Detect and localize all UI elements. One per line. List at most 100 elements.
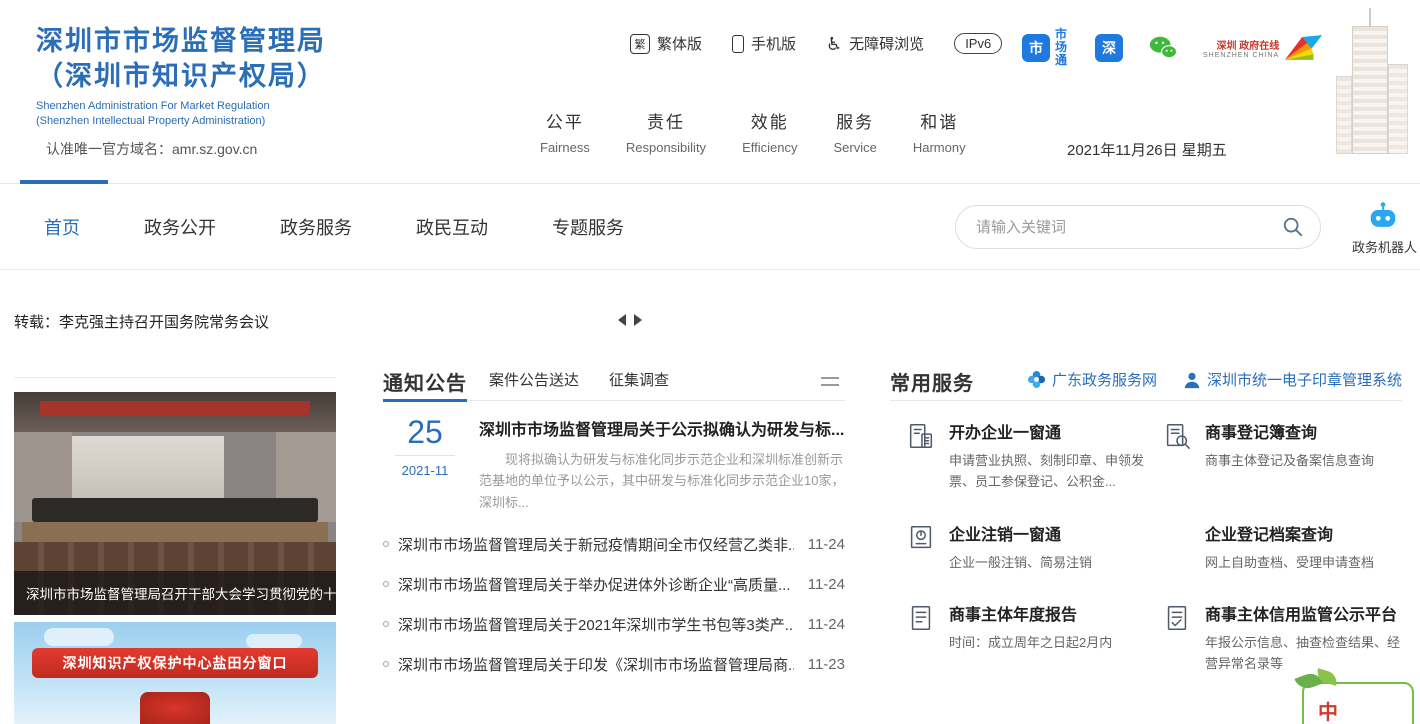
value-cn: 责任: [626, 108, 706, 133]
ticker-next-icon[interactable]: [634, 314, 642, 326]
sz-logo-title: 深圳 政府在线: [1216, 37, 1279, 52]
service-text: 商事登记簿查询 商事主体登记及备案信息查询: [1205, 419, 1374, 493]
value-fairness: 公平 Fairness: [522, 108, 608, 155]
building-illustration: [1318, 4, 1418, 154]
notices-header: 通知公告 案件公告送达 征集调查: [383, 363, 845, 401]
service-text: 开办企业一窗通 申请营业执照、刻制印章、申领发票、员工参保登记、公积金...: [949, 419, 1150, 493]
mobile-icon: [732, 35, 744, 53]
eseal-person-icon: [1183, 371, 1201, 389]
notices-title: 通知公告: [383, 367, 467, 396]
notice-row: 深圳市市场监督管理局关于2021年深圳市学生书包等3类产... 11-24: [383, 604, 845, 644]
search-input[interactable]: [976, 219, 1282, 236]
gov-floating-widget[interactable]: 中: [1302, 682, 1414, 724]
notice-link[interactable]: 深圳市市场监督管理局关于2021年深圳市学生书包等3类产...: [398, 614, 794, 635]
nav-gov-disclosure[interactable]: 政务公开: [144, 214, 216, 240]
value-en: Fairness: [540, 140, 590, 155]
featured-body: 深圳市市场监督管理局关于公示拟确认为研发与标... 现将拟确认为研发与标准化同步…: [467, 416, 845, 513]
value-service: 服务 Service: [815, 108, 894, 155]
photo-banner-shape: [40, 401, 310, 415]
site-title-line2: （深圳市知识产权局）: [36, 59, 326, 94]
notice-link[interactable]: 深圳市市场监督管理局关于印发《深圳市市场监督管理局商...: [398, 654, 794, 675]
gov-robot-button[interactable]: 政务机器人: [1352, 201, 1414, 256]
search-icon[interactable]: [1282, 216, 1304, 238]
notices-title-underline: [383, 399, 467, 402]
notice-link[interactable]: 深圳市市场监督管理局关于新冠疫情期间全市仅经营乙类非...: [398, 534, 794, 555]
icon-spacer: [1162, 521, 1192, 574]
services-grid: 开办企业一窗通 申请营业执照、刻制印章、申领发票、员工参保登记、公积金... 商…: [906, 419, 1402, 675]
services-header: 常用服务 广东政务服务网 深圳市统一电子印章管理系统: [890, 363, 1402, 401]
value-en: Service: [833, 140, 876, 155]
traditional-chinese-link[interactable]: 繁 繁体版: [630, 33, 702, 54]
service-registry-search[interactable]: 商事登记簿查询 商事主体登记及备案信息查询: [1162, 419, 1402, 493]
site-logo[interactable]: 深圳市市场监督管理局 （深圳市知识产权局） Shenzhen Administr…: [36, 24, 326, 159]
credit-publicity-icon: [1162, 603, 1192, 633]
site-title-en-line1: Shenzhen Administration For Market Regul…: [36, 99, 326, 114]
wechat-icon: [1149, 35, 1177, 60]
services-section: 常用服务 广东政务服务网 深圳市统一电子印章管理系统: [890, 363, 1402, 675]
shichangtong-app-link[interactable]: 市 市场通: [1022, 28, 1069, 68]
featured-day: 25: [383, 416, 467, 448]
notice-list: 深圳市市场监督管理局关于新冠疫情期间全市仅经营乙类非... 11-24 深圳市市…: [383, 524, 845, 684]
mobile-version-link[interactable]: 手机版: [732, 33, 796, 54]
ipv6-badge[interactable]: IPv6: [954, 33, 1002, 54]
service-desc: 年报公示信息、抽查检查结果、经营异常名录等: [1205, 633, 1402, 675]
notices-more-icon[interactable]: [821, 377, 839, 389]
service-desc: 网上自助查档、受理申请查档: [1205, 553, 1374, 574]
official-domain-note: 认准唯一官方域名：amr.sz.gov.cn: [36, 139, 326, 159]
featured-title-link[interactable]: 深圳市市场监督管理局关于公示拟确认为研发与标...: [479, 422, 844, 439]
header-utilities: 繁 繁体版 手机版 ♿ 无障碍浏览 IPv6: [630, 33, 1002, 54]
cloud-shape: [246, 634, 302, 648]
news-ticker: 转载：李克强主持召开国务院常务会议: [0, 271, 1420, 351]
photo-screen-shape: [72, 436, 224, 498]
eseal-system-link[interactable]: 深圳市统一电子印章管理系统: [1183, 369, 1402, 390]
ticker-controls: [618, 314, 642, 326]
ticker-prev-icon[interactable]: [618, 314, 626, 326]
nav-home[interactable]: 首页: [44, 214, 80, 240]
shenzhen-gov-online-logo[interactable]: 深圳 政府在线 SHENZHEN CHINA: [1203, 33, 1325, 62]
service-credit-publicity[interactable]: 商事主体信用监管公示平台 年报公示信息、抽查检查结果、经营异常名录等: [1162, 601, 1402, 675]
nav-special-services[interactable]: 专题服务: [552, 214, 624, 240]
service-title: 商事主体信用监管公示平台: [1205, 601, 1402, 625]
value-en: Harmony: [913, 140, 966, 155]
featured-month: 2021-11: [395, 455, 455, 478]
value-cn: 效能: [742, 108, 797, 133]
eseal-system-label: 深圳市统一电子印章管理系统: [1207, 369, 1402, 390]
service-text: 企业注销一窗通 企业一般注销、简易注销: [949, 521, 1092, 574]
guangdong-gov-link[interactable]: 广东政务服务网: [1027, 369, 1157, 390]
carousel-slide-ip-center[interactable]: 深圳知识产权保护中心盐田分窗口: [14, 622, 336, 724]
deregistration-icon: [906, 523, 936, 553]
service-title: 商事登记簿查询: [1205, 419, 1374, 443]
service-business-open[interactable]: 开办企业一窗通 申请营业执照、刻制印章、申领发票、员工参保登记、公积金...: [906, 419, 1150, 493]
header-apps: 市 市场通 深 深圳 政府在线 SHENZHEN CHINA: [1022, 28, 1325, 68]
nav-gov-services[interactable]: 政务服务: [280, 214, 352, 240]
service-annual-report[interactable]: 商事主体年度报告 时间：成立周年之日起2月内: [906, 601, 1150, 675]
carousel-slide-meeting[interactable]: 深圳市市场监督管理局召开干部大会学习贯彻党的十...: [14, 392, 336, 615]
value-cn: 公平: [540, 108, 590, 133]
photo-people-shape: [32, 498, 318, 522]
nav-public-interaction[interactable]: 政民互动: [416, 214, 488, 240]
page: 深圳市市场监督管理局 （深圳市知识产权局） Shenzhen Administr…: [0, 0, 1420, 724]
services-external-links: 广东政务服务网 深圳市统一电子印章管理系统: [1027, 369, 1402, 390]
wechat-link[interactable]: [1149, 35, 1177, 60]
service-archive-search[interactable]: 企业登记档案查询 网上自助查档、受理申请查档: [1162, 521, 1402, 574]
gov-robot-label: 政务机器人: [1352, 237, 1414, 256]
search-box: [955, 205, 1321, 249]
notice-date: 11-23: [808, 656, 845, 673]
annual-report-icon: [906, 603, 936, 633]
sz-logo-subtitle: SHENZHEN CHINA: [1203, 52, 1279, 59]
ticker-headline-link[interactable]: 转载：李克强主持召开国务院常务会议: [14, 311, 269, 332]
featured-summary: 现将拟确认为研发与标准化同步示范企业和深圳标准创新示范基地的单位予以公示，其中研…: [479, 449, 845, 513]
unveiling-cloth-shape: [140, 692, 210, 724]
ishenzhen-app-link[interactable]: 深: [1095, 34, 1123, 62]
service-deregistration[interactable]: 企业注销一窗通 企业一般注销、简易注销: [906, 521, 1150, 574]
traditional-chinese-icon: 繁: [630, 34, 650, 54]
notices-tabs: 案件公告送达 征集调查: [489, 369, 669, 390]
tab-case-announcements[interactable]: 案件公告送达: [489, 369, 579, 390]
accessibility-link[interactable]: ♿ 无障碍浏览: [826, 33, 924, 54]
notice-link[interactable]: 深圳市市场监督管理局关于举办促进体外诊断企业“高质量...: [398, 574, 794, 595]
core-values: 公平 Fairness 责任 Responsibility 效能 Efficie…: [522, 108, 984, 155]
value-efficiency: 效能 Efficiency: [724, 108, 815, 155]
tab-surveys[interactable]: 征集调查: [609, 369, 669, 390]
service-desc: 企业一般注销、简易注销: [949, 553, 1092, 574]
current-date: 2021年11月26日 星期五: [1067, 139, 1227, 160]
